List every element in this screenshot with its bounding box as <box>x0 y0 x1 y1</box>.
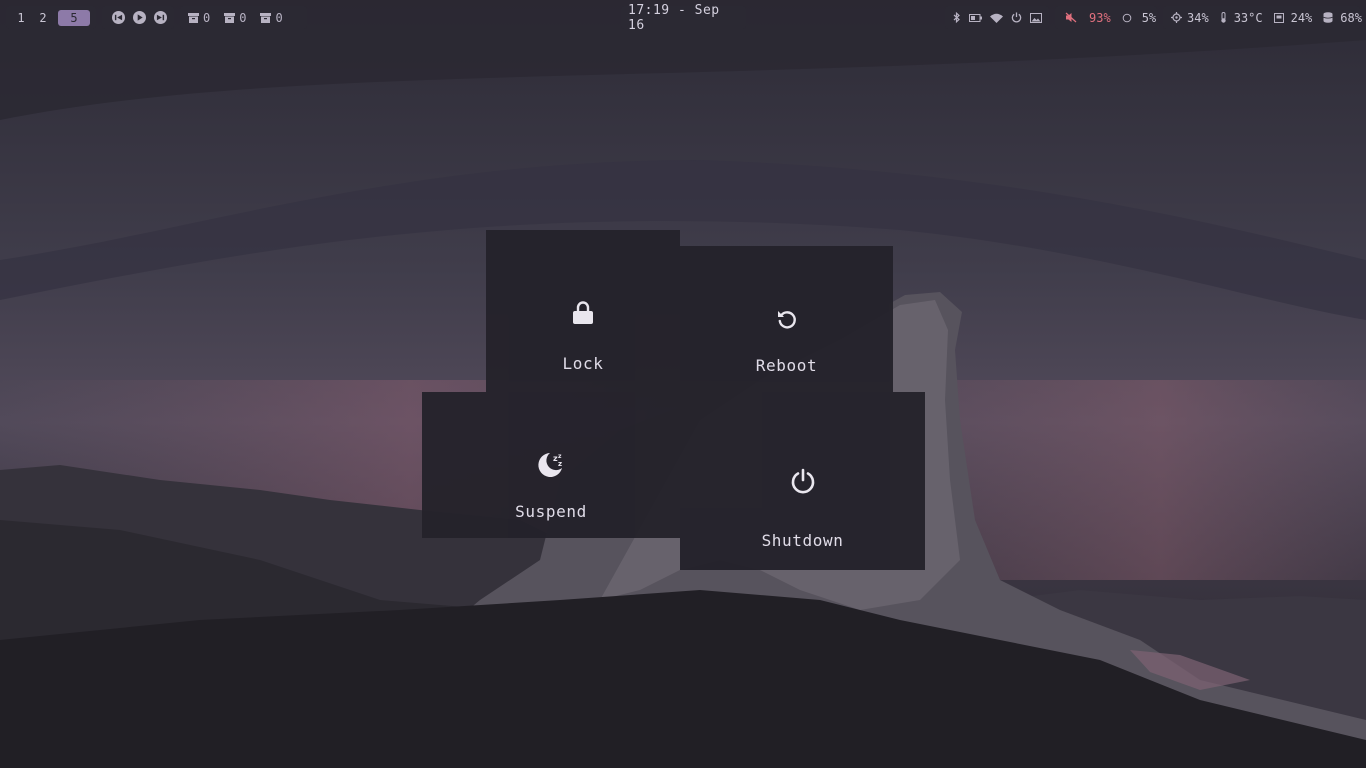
window-count-1: 0 <box>203 10 211 25</box>
next-icon[interactable] <box>154 11 167 24</box>
workspace-switcher: 1 2 5 <box>6 6 96 29</box>
brightness-icon[interactable] <box>1122 13 1132 23</box>
cpu-usage: 34% <box>1187 10 1209 25</box>
shutdown-label: Shutdown <box>761 531 844 550</box>
system-tray <box>945 6 1049 29</box>
suspend-label: Suspend <box>515 502 587 521</box>
brightness-level: 5% <box>1141 10 1157 25</box>
memory-icon <box>1273 12 1284 23</box>
workspace-1[interactable]: 1 <box>10 11 32 25</box>
shutdown-button[interactable]: Shutdown <box>680 392 925 570</box>
suspend-button[interactable]: z z z Suspend <box>422 392 680 538</box>
thermometer-icon <box>1220 12 1227 23</box>
audio-brightness: 93% 5% <box>1055 6 1157 29</box>
lock-label: Lock <box>562 354 604 373</box>
reboot-icon <box>680 307 893 331</box>
archive-icon <box>260 12 272 23</box>
cpu-icon <box>1171 12 1182 23</box>
window-count-2: 0 <box>239 10 247 25</box>
svg-text:z: z <box>558 460 562 468</box>
volume-level: 93% <box>1089 10 1111 25</box>
window-count-3: 0 <box>275 10 283 25</box>
archive-icon <box>224 12 236 23</box>
lock-icon <box>486 301 680 325</box>
bluetooth-icon[interactable] <box>953 12 961 23</box>
suspend-icon: z z z <box>422 450 680 480</box>
volume-muted-icon[interactable] <box>1065 12 1077 23</box>
lock-button[interactable]: Lock <box>486 230 680 392</box>
disk-usage: 68% <box>1340 10 1362 25</box>
window-counters: 0 0 0 <box>180 6 307 29</box>
clock-widget[interactable]: 17:19 - Sep 16 <box>621 3 746 33</box>
hardware-stats: 34% 33°C 24% 68% <box>1163 6 1362 29</box>
memory-usage: 24% <box>1290 10 1313 25</box>
temperature: 33°C <box>1233 10 1263 25</box>
disk-icon <box>1323 12 1333 23</box>
battery-icon[interactable] <box>969 13 982 22</box>
archive-icon <box>188 12 199 23</box>
clock-text: 17:19 - Sep 16 <box>628 2 720 33</box>
image-icon[interactable] <box>1030 12 1042 23</box>
power-icon <box>680 468 925 494</box>
wifi-icon[interactable] <box>990 13 1003 23</box>
play-icon[interactable] <box>133 11 146 24</box>
media-controls <box>102 6 174 29</box>
workspace-2[interactable]: 2 <box>32 11 54 25</box>
reboot-label: Reboot <box>755 356 818 375</box>
previous-icon[interactable] <box>112 11 125 24</box>
svg-text:z: z <box>558 453 562 460</box>
reboot-button[interactable]: Reboot <box>680 246 893 392</box>
workspace-5-active[interactable]: 5 <box>58 9 90 26</box>
power-icon[interactable] <box>1011 12 1022 23</box>
